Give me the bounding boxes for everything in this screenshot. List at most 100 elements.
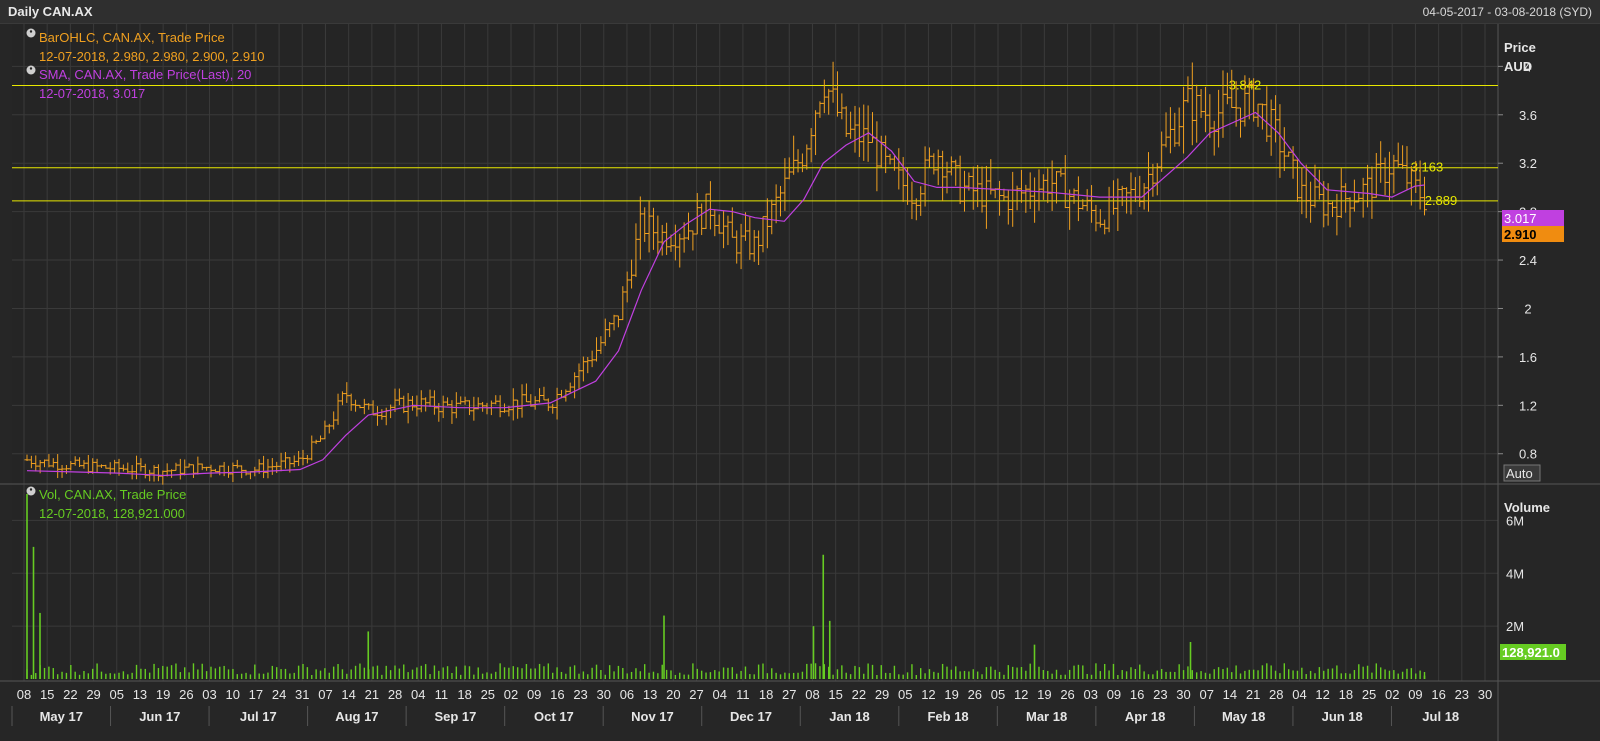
day-tick-label: 26	[968, 687, 982, 702]
day-tick-label: 03	[1084, 687, 1098, 702]
price-axis-title: Price	[1504, 40, 1536, 55]
month-label: Jun 17	[139, 709, 180, 724]
day-tick-label: 15	[828, 687, 842, 702]
sma-last-value: 3.017	[1504, 211, 1537, 226]
ohlc-legend-label: BarOHLC, CAN.AX, Trade Price	[39, 30, 225, 45]
volume-legend-value: 12-07-2018, 128,921.000	[39, 506, 185, 521]
day-tick-label: 02	[504, 687, 518, 702]
day-tick-label: 13	[643, 687, 657, 702]
day-tick-label: 14	[341, 687, 355, 702]
day-tick-label: 03	[202, 687, 216, 702]
day-tick-label: 28	[388, 687, 402, 702]
price-tick-label: 3.6	[1519, 108, 1537, 123]
day-tick-label: 26	[179, 687, 193, 702]
price-tick-label: 1.2	[1519, 398, 1537, 413]
day-tick-label: 04	[411, 687, 425, 702]
month-label: Jan 18	[829, 709, 869, 724]
day-tick-label: 07	[1199, 687, 1213, 702]
date-range: 04-05-2017 - 03-08-2018 (SYD)	[1422, 5, 1592, 19]
day-tick-label: 17	[249, 687, 263, 702]
volume-tick-label: 6M	[1506, 513, 1524, 528]
day-tick-label: 13	[133, 687, 147, 702]
month-label: Nov 17	[631, 709, 674, 724]
info-icon[interactable]	[26, 486, 36, 496]
day-tick-label: 05	[110, 687, 124, 702]
month-label: Feb 18	[927, 709, 968, 724]
day-tick-label: 19	[1037, 687, 1051, 702]
day-tick-label: 28	[1269, 687, 1283, 702]
day-tick-label: 12	[1014, 687, 1028, 702]
day-tick-label: 26	[1060, 687, 1074, 702]
chart-canvas: 3.8423.1632.889 BarOHLC, CAN.AX, Trade P…	[0, 24, 1600, 741]
price-last-value: 2.910	[1504, 227, 1537, 242]
volume-legend-label: Vol, CAN.AX, Trade Price	[39, 487, 186, 502]
title-bar: Daily CAN.AX 04-05-2017 - 03-08-2018 (SY…	[0, 0, 1600, 24]
day-tick-label: 23	[1455, 687, 1469, 702]
day-tick-label: 21	[365, 687, 379, 702]
day-tick-label: 18	[1339, 687, 1353, 702]
day-tick-label: 19	[944, 687, 958, 702]
info-icon[interactable]	[26, 65, 36, 75]
day-tick-label: 11	[736, 687, 750, 702]
day-tick-label: 27	[689, 687, 703, 702]
day-tick-label: 23	[1153, 687, 1167, 702]
day-tick-label: 09	[1408, 687, 1422, 702]
month-label: Aug 17	[335, 709, 378, 724]
level-label: 2.889	[1425, 193, 1458, 208]
volume-panel	[12, 485, 1498, 681]
day-tick-label: 23	[573, 687, 587, 702]
day-tick-label: 25	[481, 687, 495, 702]
price-axis: Price AUD 43.63.22.82.421.61.20.8 3.017 …	[1498, 40, 1564, 482]
month-label: Jun 18	[1322, 709, 1363, 724]
auto-button-label: Auto	[1506, 466, 1533, 481]
sma-legend-label: SMA, CAN.AX, Trade Price(Last), 20	[39, 67, 251, 82]
day-tick-label: 30	[1176, 687, 1190, 702]
day-tick-label: 10	[225, 687, 239, 702]
price-tick-label: 0.8	[1519, 447, 1537, 462]
day-tick-label: 25	[1362, 687, 1376, 702]
day-tick-label: 16	[1130, 687, 1144, 702]
month-label: Mar 18	[1026, 709, 1067, 724]
day-tick-label: 02	[1385, 687, 1399, 702]
day-tick-label: 04	[712, 687, 726, 702]
volume-tick-label: 4M	[1506, 566, 1524, 581]
day-tick-label: 08	[805, 687, 819, 702]
price-tick-label: 2	[1524, 301, 1531, 316]
day-tick-label: 22	[63, 687, 77, 702]
day-tick-label: 27	[782, 687, 796, 702]
day-tick-label: 22	[852, 687, 866, 702]
day-tick-label: 04	[1292, 687, 1306, 702]
day-tick-label: 12	[921, 687, 935, 702]
day-tick-label: 08	[17, 687, 31, 702]
day-tick-label: 07	[318, 687, 332, 702]
month-label: Sep 17	[434, 709, 476, 724]
price-tick-label: 3.2	[1519, 156, 1537, 171]
day-tick-label: 05	[898, 687, 912, 702]
day-tick-label: 16	[550, 687, 564, 702]
price-tick-label: 4	[1524, 59, 1531, 74]
day-tick-label: 20	[666, 687, 680, 702]
month-label: Jul 17	[240, 709, 277, 724]
month-label: Apr 18	[1125, 709, 1165, 724]
month-label: May 17	[40, 709, 83, 724]
day-tick-label: 29	[875, 687, 889, 702]
info-icon[interactable]	[26, 28, 36, 38]
volume-axis: Volume 6M4M2M 128,921.0	[1500, 500, 1566, 660]
month-label: Oct 17	[534, 709, 574, 724]
chart-window: Daily CAN.AX 04-05-2017 - 03-08-2018 (SY…	[0, 0, 1600, 741]
price-tick-label: 2.4	[1519, 253, 1537, 268]
day-tick-label: 14	[1223, 687, 1237, 702]
day-tick-label: 11	[435, 687, 449, 702]
day-tick-label: 29	[86, 687, 100, 702]
day-tick-label: 16	[1431, 687, 1445, 702]
month-label: Jul 18	[1422, 709, 1459, 724]
day-tick-label: 19	[156, 687, 170, 702]
price-panel	[12, 24, 1498, 484]
day-tick-label: 12	[1315, 687, 1329, 702]
day-tick-label: 05	[991, 687, 1005, 702]
volume-last-value: 128,921.0	[1502, 645, 1560, 660]
sma-legend-value: 12-07-2018, 3.017	[39, 86, 145, 101]
day-tick-label: 09	[1107, 687, 1121, 702]
day-tick-label: 18	[457, 687, 471, 702]
day-tick-label: 30	[1478, 687, 1492, 702]
